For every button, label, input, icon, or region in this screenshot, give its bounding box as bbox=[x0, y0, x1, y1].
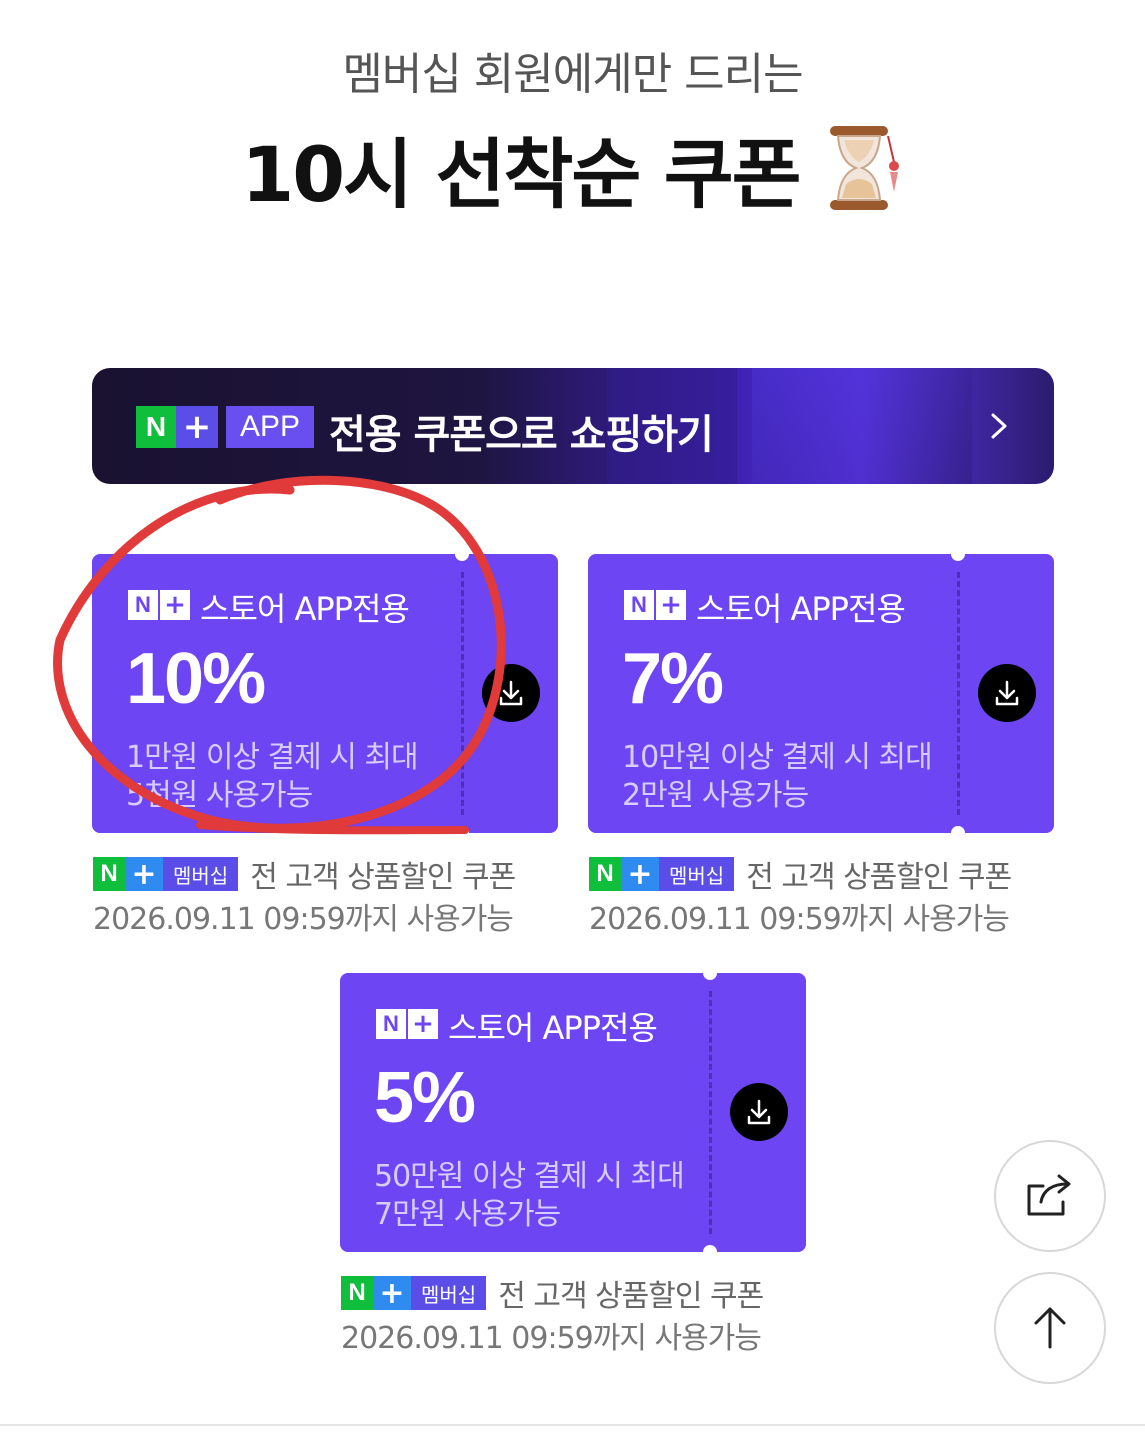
chevron-right-icon bbox=[991, 413, 1007, 439]
plus-badge: + bbox=[621, 857, 659, 892]
download-icon bbox=[995, 680, 1019, 706]
coupon-caption: 전 고객 상품할인 쿠폰 bbox=[746, 860, 1012, 895]
naver-n-badge: N bbox=[93, 857, 125, 891]
plus-badge: + bbox=[656, 590, 686, 620]
page-title: 10시 선착순 쿠폰 bbox=[241, 130, 801, 219]
bottom-divider bbox=[0, 1424, 1145, 1426]
header-subtitle: 멤버십 회원에게만 드리는 bbox=[342, 49, 803, 100]
download-button[interactable] bbox=[730, 1083, 788, 1141]
coupon-badge: N + bbox=[376, 1009, 438, 1039]
coupon-caption-row: N + 멤버십 전 고객 상품할인 쿠폰 bbox=[589, 856, 1012, 895]
arrow-up-icon bbox=[1034, 1307, 1066, 1349]
plus-badge: + bbox=[408, 1009, 438, 1039]
share-button[interactable] bbox=[994, 1140, 1106, 1252]
coupon-notch bbox=[703, 1245, 717, 1259]
app-badge: APP bbox=[226, 406, 315, 448]
plus-badge: + bbox=[125, 857, 163, 892]
membership-tag: 멤버십 bbox=[163, 857, 239, 891]
plus-badge: + bbox=[176, 406, 218, 448]
coupon-expiry: 2026.09.11 09:59까지 사용가능 bbox=[589, 902, 1010, 937]
coupon-notch bbox=[703, 966, 717, 980]
banner-decoration bbox=[752, 368, 972, 484]
coupon-caption: 전 고객 상품할인 쿠폰 bbox=[250, 860, 516, 895]
coupon-perforation bbox=[957, 572, 960, 815]
naver-n-badge: N bbox=[376, 1009, 406, 1039]
coupon-perforation bbox=[709, 991, 712, 1234]
naver-plus-logo: N + bbox=[136, 406, 218, 448]
coupon-percent: 5% bbox=[374, 1058, 476, 1138]
hourglass-icon bbox=[829, 126, 899, 210]
coupon-max-discount: 7만원 사용가능 bbox=[374, 1197, 561, 1232]
share-icon bbox=[1027, 1174, 1071, 1216]
coupon-store-label: 스토어 APP전용 bbox=[448, 1009, 658, 1047]
coupon-notch bbox=[951, 826, 965, 840]
header-title-row: 10시 선착순 쿠폰 bbox=[0, 118, 1145, 219]
coupon-store-label: 스토어 APP전용 bbox=[696, 590, 906, 628]
coupon-expiry: 2026.09.11 09:59까지 사용가능 bbox=[341, 1321, 762, 1356]
membership-tag: 멤버십 bbox=[659, 857, 735, 891]
coupon-caption-row: N + 멤버십 전 고객 상품할인 쿠폰 bbox=[93, 856, 516, 895]
coupon-badge: N + bbox=[624, 590, 686, 620]
coupon-expiry: 2026.09.11 09:59까지 사용가능 bbox=[93, 902, 514, 937]
download-button[interactable] bbox=[978, 664, 1036, 722]
app-coupon-banner[interactable]: N + APP 전용 쿠폰으로 쇼핑하기 bbox=[92, 368, 1054, 484]
coupon-card[interactable]: N + 스토어 APP전용 7% 10만원 이상 결제 시 최대 2만원 사용가… bbox=[588, 547, 1054, 840]
download-icon bbox=[747, 1099, 771, 1125]
naver-n-badge: N bbox=[624, 590, 654, 620]
coupon-notch bbox=[951, 547, 965, 561]
naver-n-badge: N bbox=[136, 406, 176, 448]
coupon-max-discount: 2만원 사용가능 bbox=[622, 778, 809, 813]
naver-n-badge: N bbox=[341, 1276, 373, 1310]
coupon-caption-row: N + 멤버십 전 고객 상품할인 쿠폰 bbox=[341, 1275, 764, 1314]
annotation-circle bbox=[53, 475, 506, 835]
coupon-card[interactable]: N + 스토어 APP전용 5% 50만원 이상 결제 시 최대 7만원 사용가… bbox=[340, 966, 806, 1259]
scroll-top-button[interactable] bbox=[994, 1272, 1106, 1384]
membership-tag: 멤버십 bbox=[411, 1276, 487, 1310]
plus-badge: + bbox=[373, 1276, 411, 1311]
banner-text: 전용 쿠폰으로 쇼핑하기 bbox=[329, 412, 714, 458]
coupon-caption: 전 고객 상품할인 쿠폰 bbox=[498, 1279, 764, 1314]
naver-n-badge: N bbox=[589, 857, 621, 891]
coupon-percent: 7% bbox=[622, 639, 724, 719]
